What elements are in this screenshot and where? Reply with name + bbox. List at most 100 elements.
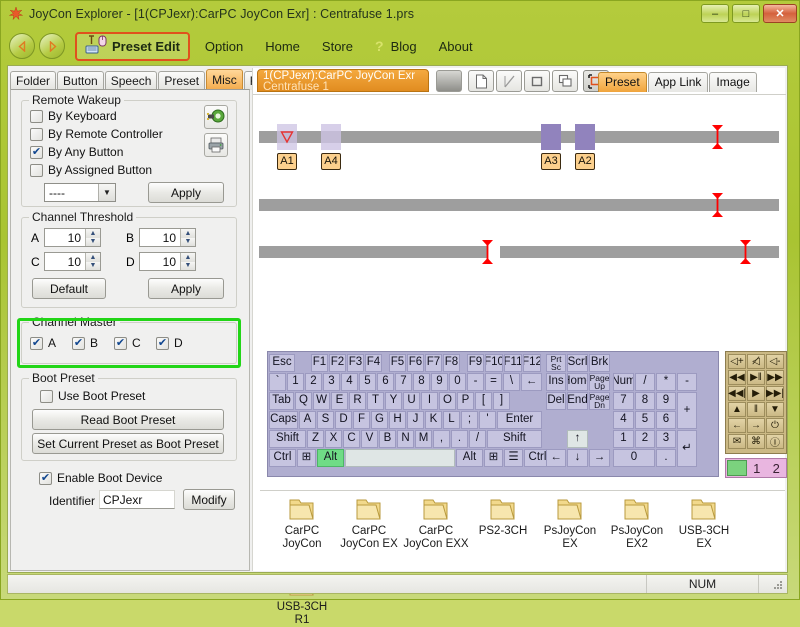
range-marker[interactable] — [711, 124, 724, 150]
channel-block-a2[interactable] — [575, 124, 595, 150]
range-marker[interactable] — [481, 239, 494, 265]
threshold-spinner-c[interactable]: 10 ▲ ▼ — [44, 252, 101, 271]
key--[interactable]: - — [467, 373, 484, 391]
channel-track-segment[interactable] — [259, 246, 487, 258]
key-key[interactable]: ⊞ — [484, 449, 503, 467]
media-control-panel[interactable]: ◁+ ◁̸ ◁- ◀◀ ▶‖ ▶▶ ◀◀| ▶ ▶▶| ▲ ‖ ▼ ← → ⏻ ✉ ⌘ Ⓘ — [725, 351, 787, 454]
key-key[interactable]: ↵ — [677, 430, 697, 467]
media-key-r4c3[interactable]: ▼ — [766, 402, 784, 417]
key-f4[interactable]: F4 — [365, 354, 382, 372]
channel-block-a4[interactable] — [321, 124, 341, 150]
key-e[interactable]: E — [331, 392, 348, 410]
key-0[interactable]: 0 — [449, 373, 466, 391]
forward-button[interactable] — [39, 33, 65, 59]
folder-item[interactable]: PsJoyCon EX2 — [603, 497, 671, 551]
key-ctrl[interactable]: Ctrl — [269, 449, 296, 467]
folder-item[interactable]: PS2-3CH — [469, 497, 537, 538]
channel-block-a3[interactable] — [541, 124, 561, 150]
key-f1[interactable]: F1 — [311, 354, 328, 372]
color-swatch-button[interactable] — [436, 70, 462, 92]
nav-item-blog[interactable]: ? Blog — [364, 35, 428, 57]
key-f3[interactable]: F3 — [347, 354, 364, 372]
media-key-r4c1[interactable]: ▲ — [728, 402, 746, 417]
key-9[interactable]: 9 — [656, 392, 676, 410]
key-4[interactable]: 4 — [613, 411, 634, 429]
nav-item-preset-edit[interactable]: Preset Edit — [75, 31, 190, 61]
key-b[interactable]: B — [379, 430, 396, 448]
nav-item-store[interactable]: Store — [311, 36, 364, 57]
folder-item[interactable]: PsJoyCon EX — [536, 497, 604, 551]
key-y[interactable]: Y — [385, 392, 402, 410]
key-t[interactable]: T — [367, 392, 384, 410]
media-key-r6c2[interactable]: ⌘ — [747, 434, 765, 449]
key-brk[interactable]: Brk — [589, 354, 610, 372]
key-f7[interactable]: F7 — [425, 354, 442, 372]
range-marker[interactable] — [739, 239, 752, 265]
key-key[interactable]: . — [656, 449, 676, 467]
channel-track-segment[interactable] — [500, 246, 779, 258]
checkbox-by-keyboard[interactable]: By Keyboard — [30, 109, 117, 123]
key-5[interactable]: 5 — [359, 373, 376, 391]
key-key[interactable]: = — [485, 373, 502, 391]
on-screen-keyboard[interactable]: Esc F1 F2 F3 F4 F5 F6 F7 F8 F9 F10 F11 F12 Prt Sc Scrl B… — [267, 351, 719, 477]
key-key[interactable]: \ — [503, 373, 520, 391]
key-alt[interactable]: Alt — [317, 449, 344, 467]
key-1[interactable]: 1 — [613, 430, 634, 448]
key-3[interactable]: 3 — [656, 430, 676, 448]
channel-block-a1[interactable] — [277, 124, 297, 150]
identifier-modify-button[interactable]: Modify — [183, 489, 235, 510]
key-d[interactable]: D — [335, 411, 352, 429]
key-key[interactable]: * — [656, 373, 676, 391]
key-f2[interactable]: F2 — [329, 354, 346, 372]
key-alt[interactable]: Alt — [456, 449, 483, 467]
checkbox-by-any-button[interactable]: ✔ By Any Button — [30, 145, 123, 159]
checkbox-master-a[interactable]: ✔ A — [30, 336, 56, 350]
media-key-r5c1[interactable]: ← — [728, 418, 746, 433]
close-button[interactable]: ✕ — [763, 4, 797, 23]
key-key[interactable]: + — [677, 392, 697, 429]
key-7[interactable]: 7 — [395, 373, 412, 391]
key-0[interactable]: 0 — [613, 449, 655, 467]
folder-item[interactable]: CarPC JoyCon EXX — [402, 497, 470, 551]
spinner-arrows[interactable]: ▲ ▼ — [85, 253, 100, 270]
key-key[interactable]: ☰ — [504, 449, 523, 467]
power-plug-icon-button[interactable] — [204, 105, 228, 129]
media-key-r6c1[interactable]: ✉ — [728, 434, 746, 449]
key-key[interactable]: ; — [461, 411, 478, 429]
key-g[interactable]: G — [371, 411, 388, 429]
key-l[interactable]: L — [443, 411, 460, 429]
threshold-apply-button[interactable]: Apply — [148, 278, 224, 299]
key-del[interactable]: Del — [546, 392, 566, 410]
key-9[interactable]: 9 — [431, 373, 448, 391]
tab-image[interactable]: Image — [709, 72, 757, 92]
key-5[interactable]: 5 — [635, 411, 655, 429]
key-prt-sc[interactable]: Prt Sc — [546, 354, 566, 372]
read-boot-preset-button[interactable]: Read Boot Preset — [32, 409, 224, 430]
key-key[interactable]: . — [451, 430, 468, 448]
key-2[interactable]: 2 — [305, 373, 322, 391]
key-f8[interactable]: F8 — [443, 354, 460, 372]
checkbox-by-remote-controller[interactable]: By Remote Controller — [30, 127, 163, 141]
key-8[interactable]: 8 — [413, 373, 430, 391]
key-4[interactable]: 4 — [341, 373, 358, 391]
media-key-r2c3[interactable]: ▶▶ — [766, 370, 784, 385]
maximize-button[interactable]: □ — [732, 4, 760, 23]
media-key-r2c2[interactable]: ▶‖ — [747, 370, 765, 385]
key-key[interactable]: ← — [546, 449, 566, 467]
channel-label-a3[interactable]: A3 — [541, 153, 561, 170]
media-key-r1c1[interactable]: ◁+ — [728, 354, 746, 369]
key-x[interactable]: X — [325, 430, 342, 448]
tab-button[interactable]: Button — [57, 71, 104, 90]
key-s[interactable]: S — [317, 411, 334, 429]
key-f10[interactable]: F10 — [485, 354, 503, 372]
channel-label-a4[interactable]: A4 — [321, 153, 341, 170]
key-ins[interactable]: Ins — [546, 373, 566, 391]
profile-slot-2[interactable]: 2 — [767, 461, 787, 476]
key-3[interactable]: 3 — [323, 373, 340, 391]
tab-app-link[interactable]: App Link — [647, 72, 709, 92]
key-8[interactable]: 8 — [635, 392, 655, 410]
nav-item-home[interactable]: Home — [254, 36, 311, 57]
spinner-arrows[interactable]: ▲ ▼ — [180, 253, 195, 270]
key-r[interactable]: R — [349, 392, 366, 410]
key-shift[interactable]: Shift — [487, 430, 542, 448]
